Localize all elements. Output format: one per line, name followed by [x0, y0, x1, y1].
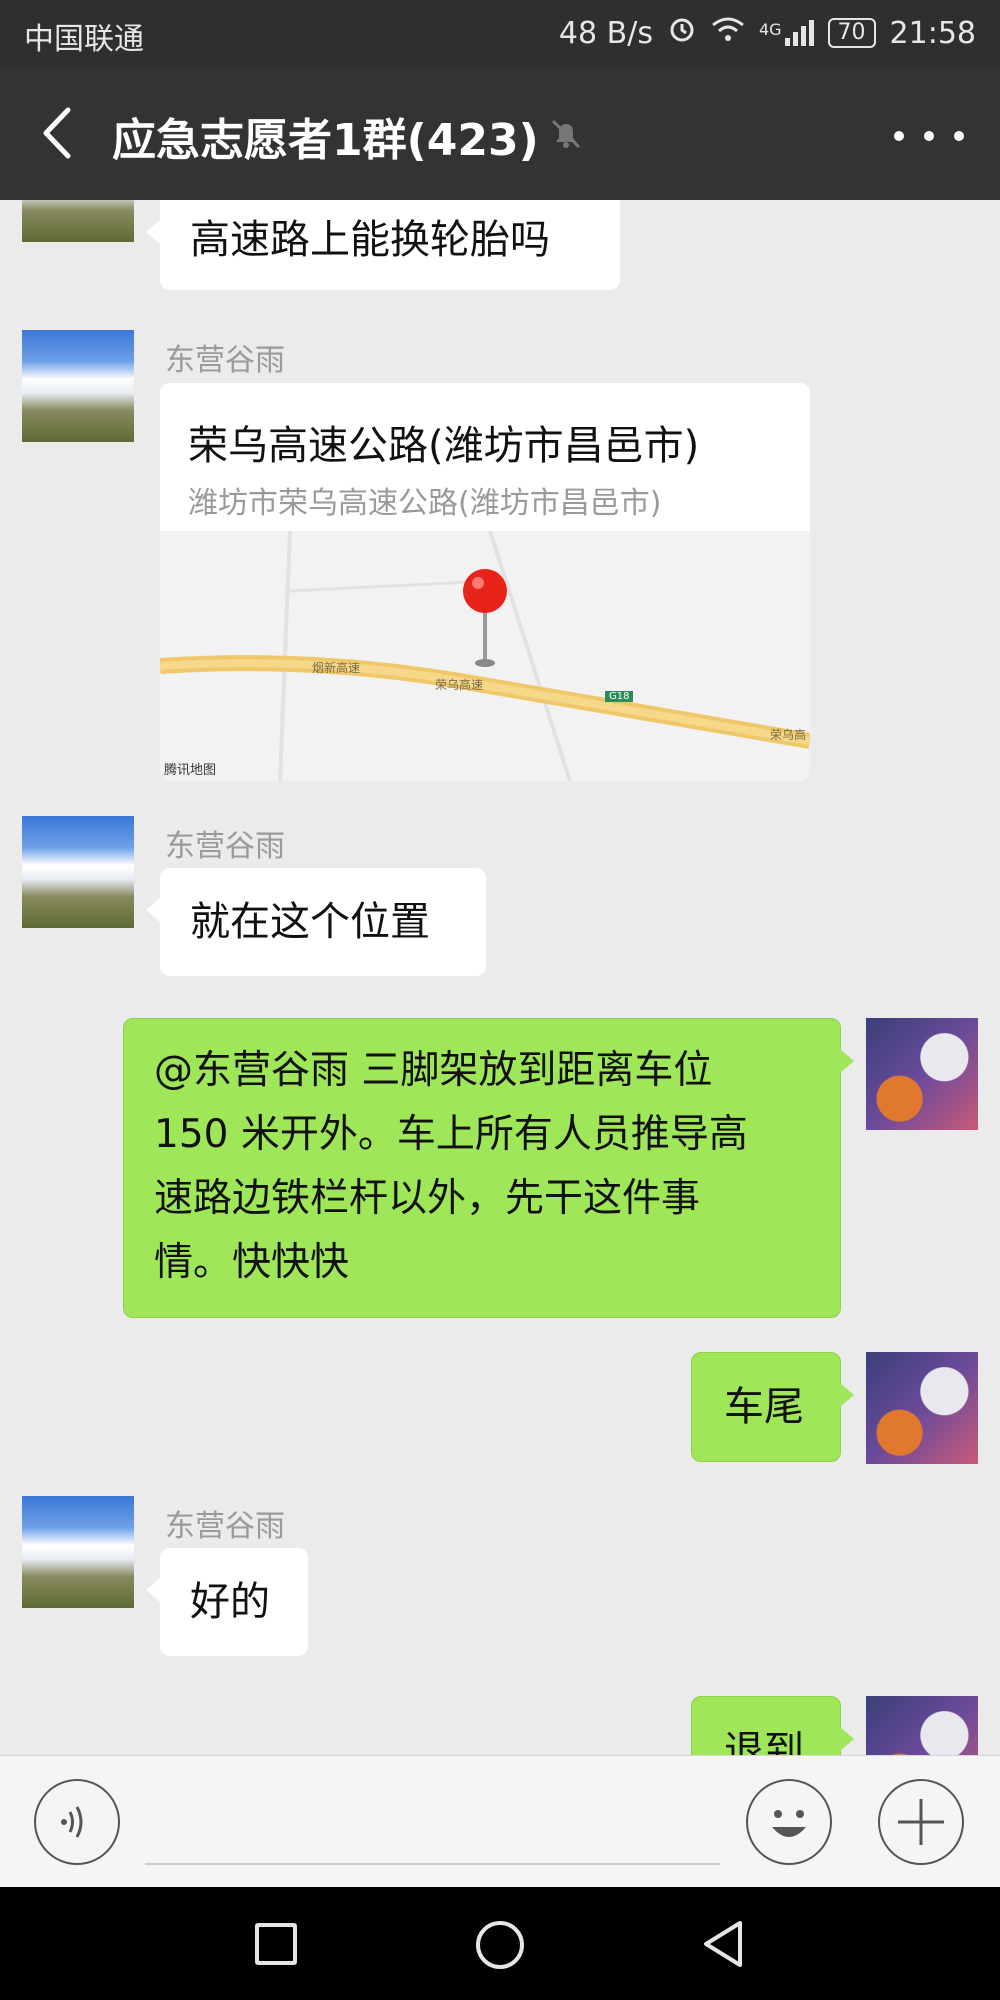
status-bar: 中国联通 48 B/s 4G 70 21:58 [0, 0, 1000, 68]
avatar[interactable] [22, 330, 134, 442]
more-icon[interactable] [894, 106, 964, 166]
message-text: 好的 [190, 1579, 270, 1625]
message-text: 退到 [724, 1728, 804, 1755]
avatar[interactable] [22, 1496, 134, 1608]
wifi-icon [711, 15, 745, 51]
message-bubble[interactable]: 退到 [691, 1696, 854, 1755]
message-text-line: @东营谷雨 三脚架放到距离车位 [154, 1048, 713, 1093]
message-text: 车尾 [724, 1384, 804, 1430]
message-list[interactable]: 高速路上能换轮胎吗 东营谷雨 荣乌高速公路(潍坊市昌邑市) 潍坊市荣乌高速公路(… [0, 200, 1000, 1755]
message-text-line: 150 米开外。车上所有人员推导高 [154, 1112, 748, 1157]
avatar[interactable] [866, 1696, 978, 1755]
message-bubble[interactable]: 高速路上能换轮胎吗 [146, 200, 620, 290]
message-bubble[interactable]: 好的 [146, 1548, 308, 1656]
message-text-line: 情。快快快 [154, 1240, 350, 1285]
clock: 21:58 [889, 15, 976, 51]
map-road-label: 烟新高速 [312, 661, 361, 675]
status-icons: 48 B/s 4G 70 21:58 [559, 14, 976, 52]
alarm-icon [667, 14, 697, 52]
net-speed: 48 B/s [558, 15, 653, 51]
chat-title: 应急志愿者1群(423) [112, 115, 539, 166]
emoji-icon[interactable] [746, 1779, 832, 1865]
message-text-line: 速路边铁栏杆以外，先干这件事 [154, 1176, 701, 1221]
avatar[interactable] [22, 816, 134, 928]
sender-name: 东营谷雨 [165, 829, 285, 864]
plus-icon[interactable] [878, 1779, 964, 1865]
avatar[interactable] [22, 200, 134, 242]
avatar[interactable] [866, 1352, 978, 1464]
location-card[interactable]: 荣乌高速公路(潍坊市昌邑市) 潍坊市荣乌高速公路(潍坊市昌邑市) 烟新高速 荣乌… [160, 383, 810, 781]
map-road-shield: G18 [605, 691, 634, 702]
location-address: 潍坊市荣乌高速公路(潍坊市昌邑市) [188, 486, 662, 521]
voice-icon[interactable] [34, 1779, 120, 1865]
message-input[interactable] [145, 1863, 720, 1865]
avatar[interactable] [866, 1018, 978, 1130]
message-bubble[interactable]: @东营谷雨 三脚架放到距离车位 150 米开外。车上所有人员推导高 速路边铁栏杆… [123, 1018, 854, 1318]
network-type: 4G [758, 20, 782, 39]
map-road-label: 荣乌高 [770, 728, 807, 742]
back-nav-icon[interactable] [700, 1919, 746, 1973]
map-provider-logo: 腾讯地图 [164, 763, 217, 778]
system-nav-bar [0, 1887, 1000, 2000]
message-bubble[interactable]: 车尾 [691, 1352, 854, 1462]
mute-bell-icon [548, 116, 584, 156]
back-icon[interactable] [34, 98, 94, 168]
message-text: 高速路上能换轮胎吗 [190, 217, 550, 263]
battery-icon: 70 [827, 18, 876, 48]
map-road-label: 荣乌高速 [435, 678, 484, 692]
map-preview[interactable]: 烟新高速 荣乌高速 G18 荣乌高 腾讯地图 [160, 531, 810, 781]
carrier-name: 中国联通 [24, 22, 144, 57]
location-title: 荣乌高速公路(潍坊市昌邑市) [188, 423, 700, 469]
sender-name: 东营谷雨 [165, 1509, 285, 1544]
message-text: 就在这个位置 [190, 899, 430, 945]
message-bubble[interactable]: 就在这个位置 [146, 868, 486, 976]
chat-header: 应急志愿者1群(423) [0, 68, 1000, 200]
home-icon[interactable] [476, 1921, 524, 1969]
sender-name: 东营谷雨 [165, 343, 285, 378]
recent-apps-icon[interactable] [255, 1923, 297, 1965]
input-bar [0, 1755, 1000, 1888]
cell-signal-icon: 4G [759, 20, 814, 46]
